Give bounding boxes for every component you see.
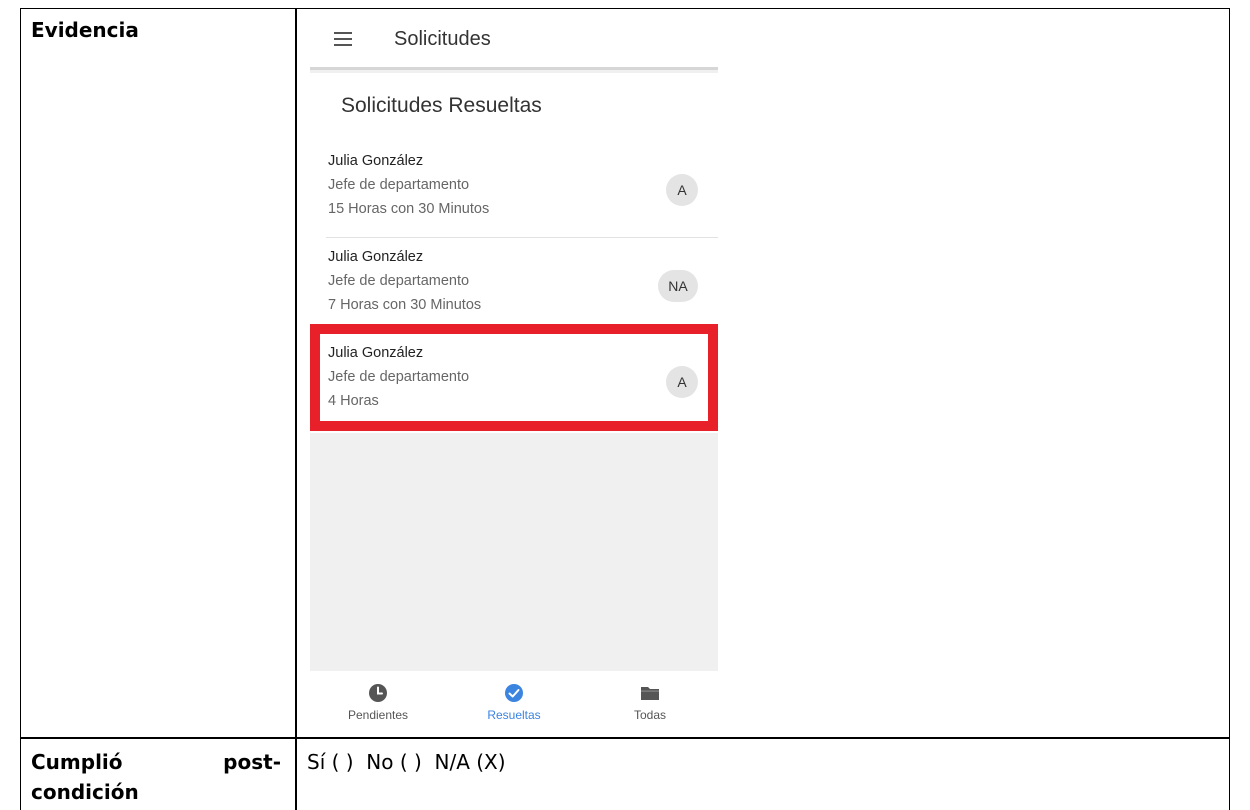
nav-label: Todas <box>633 708 667 722</box>
post-condition-label-word2: post- <box>223 750 281 774</box>
app-bar: Solicitudes <box>310 10 718 70</box>
table-column-divider <box>295 9 297 810</box>
item-duration: 4 Horas <box>328 393 379 409</box>
item-duration: 7 Horas con 30 Minutos <box>328 297 482 313</box>
list-item[interactable]: Julia González Jefe de departamento 4 Ho… <box>310 335 718 430</box>
post-condition-values: Sí ( ) No ( ) N/A (X) <box>307 750 506 774</box>
table-row-divider <box>21 737 1229 739</box>
item-role: Jefe de departamento <box>328 177 470 193</box>
item-name: Julia González <box>328 153 424 169</box>
nav-tab-todas[interactable]: Todas <box>582 671 718 727</box>
item-name: Julia González <box>328 249 424 265</box>
check-circle-icon <box>505 684 523 702</box>
nav-tab-resueltas[interactable]: Resueltas <box>446 671 582 727</box>
clock-icon <box>369 684 387 702</box>
status-badge: A <box>666 174 698 206</box>
post-condition-label-line2: condición <box>31 780 139 804</box>
item-name: Julia González <box>328 345 424 361</box>
list-item[interactable]: Julia González Jefe de departamento 7 Ho… <box>310 239 718 334</box>
nav-tab-pendientes[interactable]: Pendientes <box>310 671 446 727</box>
post-condition-label-word1: Cumplió <box>31 750 123 774</box>
folder-icon <box>641 687 659 700</box>
status-badge: A <box>666 366 698 398</box>
item-duration: 15 Horas con 30 Minutos <box>328 201 490 217</box>
app-title: Solicitudes <box>394 28 491 50</box>
section-title: Solicitudes Resueltas <box>341 94 542 117</box>
item-role: Jefe de departamento <box>328 273 470 289</box>
nav-label: Pendientes <box>347 708 409 722</box>
item-role: Jefe de departamento <box>328 369 470 385</box>
app-screenshot: Solicitudes Solicitudes Resueltas Julia … <box>310 10 718 727</box>
list-item[interactable]: Julia González Jefe de departamento 15 H… <box>310 143 718 238</box>
nav-label: Resueltas <box>487 708 541 722</box>
evidence-label: Evidencia <box>31 18 139 42</box>
menu-icon[interactable] <box>334 32 352 46</box>
list-divider <box>326 237 718 238</box>
post-condition-label: Cumplió post- condición <box>31 747 281 807</box>
bottom-navigation: Pendientes Resueltas Todas <box>310 671 718 727</box>
status-badge: NA <box>658 270 698 302</box>
request-list-panel: Solicitudes Resueltas Julia González Jef… <box>310 73 718 433</box>
